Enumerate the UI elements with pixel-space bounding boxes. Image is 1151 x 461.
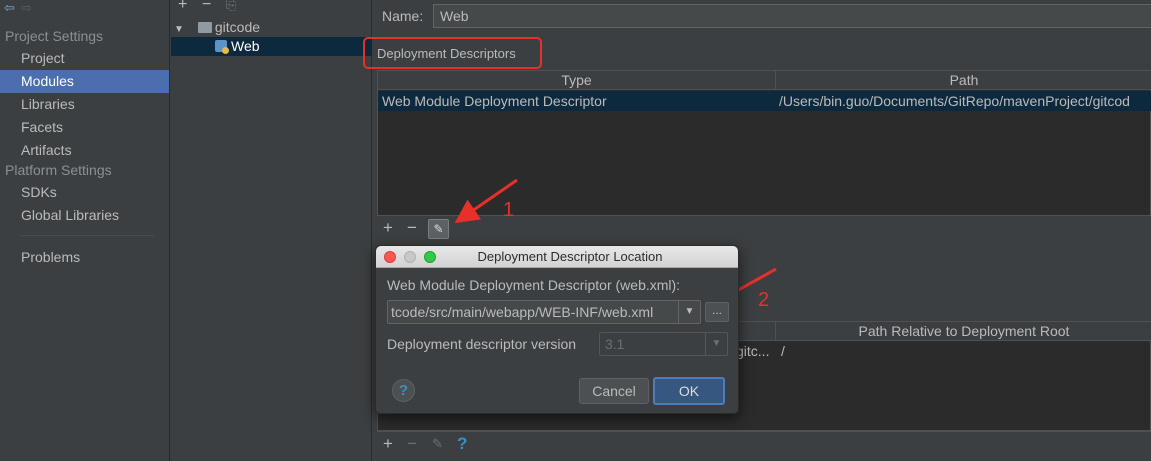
dropdown-arrow-icon[interactable]: ▼ — [705, 333, 727, 355]
annotation-number-2: 2 — [758, 289, 770, 311]
cell-directory-partial: gitc... — [736, 343, 770, 359]
dialog-title: Deployment Descriptor Location — [477, 249, 663, 264]
tree-node-gitcode[interactable]: ▼ gitcode — [171, 18, 372, 37]
dropdown-arrow-icon[interactable]: ▼ — [678, 301, 700, 323]
deployment-descriptors-table: Type Path Web Module Deployment Descript… — [377, 70, 1151, 216]
nav-arrows: ⇦⇨ — [4, 0, 38, 15]
descriptor-path-value[interactable]: tcode/src/main/webapp/WEB-INF/web.xml — [391, 301, 679, 323]
tree-node-web[interactable]: Web — [171, 37, 372, 56]
descriptor-version-label: Deployment descriptor version — [387, 336, 577, 352]
column-header-path[interactable]: Path — [776, 71, 1151, 90]
cell-relative-path: / — [781, 343, 785, 359]
sidebar-item-project[interactable]: Project — [0, 47, 169, 70]
ok-button[interactable]: OK — [653, 377, 725, 405]
settings-sidebar: ⇦⇨ Project Settings Project Modules Libr… — [0, 0, 170, 461]
name-input[interactable]: Web — [433, 4, 1151, 28]
column-header-type[interactable]: Type — [378, 71, 776, 90]
sidebar-item-facets[interactable]: Facets — [0, 116, 169, 139]
sidebar-item-modules[interactable]: Modules — [0, 70, 169, 93]
cell-type: Web Module Deployment Descriptor — [382, 93, 607, 109]
tree-node-label: gitcode — [214, 19, 261, 35]
descriptor-path-label: Web Module Deployment Descriptor (web.xm… — [387, 277, 681, 293]
table-row[interactable]: Web Module Deployment Descriptor /Users/… — [378, 91, 1151, 111]
sidebar-item-problems[interactable]: Problems — [0, 246, 169, 269]
tree-node-label: Web — [231, 38, 260, 54]
folder-icon — [197, 22, 212, 33]
annotation-number-1: 1 — [503, 199, 515, 221]
deployment-descriptor-location-dialog: Deployment Descriptor Location Web Modul… — [375, 245, 739, 414]
sidebar-item-artifacts[interactable]: Artifacts — [0, 139, 169, 162]
back-arrow-icon[interactable]: ⇦ — [4, 0, 21, 15]
pencil-icon: ✎ — [433, 222, 444, 236]
add-module-icon[interactable]: + — [178, 0, 187, 14]
descriptor-path-combo[interactable]: tcode/src/main/webapp/WEB-INF/web.xml ▼ — [387, 300, 701, 324]
web-module-icon — [215, 40, 229, 54]
descriptors-toolbar: + − ✎ — [377, 215, 1151, 241]
dialog-titlebar[interactable]: Deployment Descriptor Location — [376, 246, 738, 268]
help-button[interactable]: ? — [392, 379, 415, 402]
project-settings-header: Project Settings — [5, 28, 104, 44]
copy-module-icon[interactable]: ⎘ — [226, 0, 236, 13]
descriptor-version-select[interactable]: 3.1 ▼ — [599, 332, 728, 356]
annotation-highlight-box — [363, 37, 542, 69]
name-label: Name: — [382, 8, 424, 24]
add-resource-icon[interactable]: + — [383, 434, 393, 454]
module-tree-panel: + − ⎘ ▼ gitcode Web — [171, 0, 372, 461]
edit-resource-icon[interactable]: ✎ — [432, 436, 443, 452]
browse-button[interactable]: ... — [705, 302, 729, 322]
forward-arrow-icon[interactable]: ⇨ — [21, 0, 38, 15]
help-icon[interactable]: ? — [457, 434, 467, 454]
platform-settings-header: Platform Settings — [5, 162, 112, 178]
column-header-path-relative[interactable]: Path Relative to Deployment Root — [776, 322, 1151, 341]
table-header: Type Path — [378, 71, 1151, 90]
remove-descriptor-icon[interactable]: − — [407, 218, 417, 238]
cancel-button[interactable]: Cancel — [579, 378, 649, 404]
edit-descriptor-button[interactable]: ✎ — [428, 219, 449, 239]
cell-path: /Users/bin.guo/Documents/GitRepo/mavenPr… — [779, 93, 1130, 109]
remove-module-icon[interactable]: − — [202, 0, 211, 14]
descriptor-version-value: 3.1 — [605, 336, 625, 352]
sidebar-item-global-libraries[interactable]: Global Libraries — [0, 204, 169, 227]
resources-toolbar: + − ✎ ? — [377, 431, 1151, 461]
remove-resource-icon[interactable]: − — [407, 434, 417, 454]
sidebar-item-libraries[interactable]: Libraries — [0, 93, 169, 116]
sidebar-item-sdks[interactable]: SDKs — [0, 181, 169, 204]
sidebar-divider — [21, 235, 154, 236]
add-descriptor-icon[interactable]: + — [383, 218, 393, 238]
